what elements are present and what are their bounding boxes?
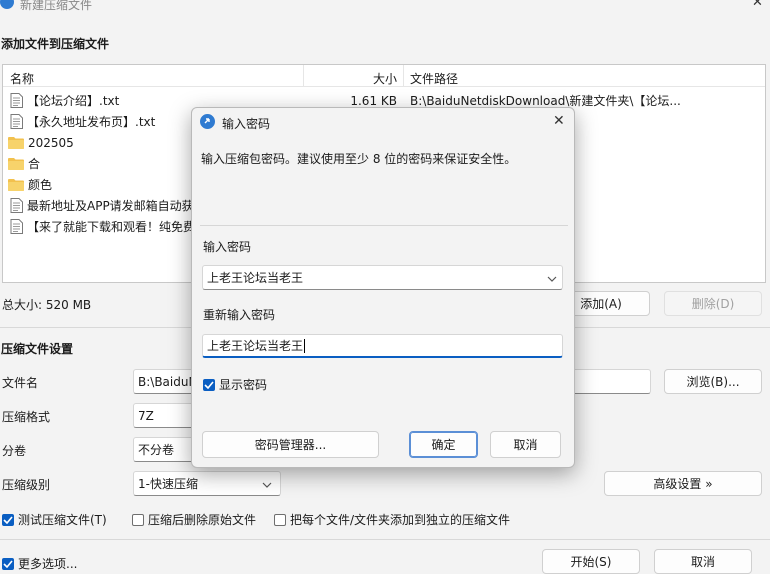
- dialog-title: 输入密码: [222, 117, 271, 131]
- delete-button[interactable]: 删除(D): [664, 291, 762, 316]
- add-section-title: 添加文件到压缩文件: [1, 37, 110, 51]
- section-divider: [0, 539, 770, 540]
- confirm-password-label: 重新输入密码: [203, 308, 276, 322]
- text-file-icon: [10, 219, 23, 234]
- folder-icon: [8, 158, 24, 170]
- delete-after-label: 压缩后删除原始文件: [148, 513, 257, 527]
- format-value: 7Z: [138, 408, 154, 423]
- chevron-down-icon: [547, 276, 557, 282]
- filename-value: B:\BaiduN: [138, 374, 198, 389]
- more-options-label: 更多选项...: [18, 557, 78, 571]
- test-archive-checkbox[interactable]: 测试压缩文件(T): [2, 511, 107, 528]
- password-value: 上老王论坛当老王: [207, 271, 304, 285]
- separate-archives-label: 把每个文件/文件夹添加到独立的压缩文件: [290, 513, 511, 527]
- separate-archives-checkbox[interactable]: 把每个文件/文件夹添加到独立的压缩文件: [274, 511, 510, 528]
- total-size: 总大小: 520 MB: [2, 298, 92, 312]
- level-label: 压缩级别: [2, 478, 51, 492]
- file-name: 合: [28, 157, 41, 171]
- password-manager-button[interactable]: 密码管理器...: [202, 431, 379, 458]
- file-name: 202505: [28, 135, 74, 150]
- dialog-instruction: 输入压缩包密码。建议使用至少 8 位的密码来保证安全性。: [201, 152, 517, 166]
- level-select[interactable]: 1-快速压缩: [133, 471, 281, 496]
- browse-button[interactable]: 浏览(B)...: [664, 369, 762, 394]
- start-button[interactable]: 开始(S): [542, 549, 640, 574]
- confirm-password-value: 上老王论坛当老王: [207, 339, 304, 353]
- test-archive-label: 测试压缩文件(T): [18, 513, 107, 527]
- column-divider: [303, 65, 304, 87]
- split-label: 分卷: [2, 444, 27, 458]
- checkbox-checked-icon: [2, 557, 14, 570]
- dialog-cancel-button[interactable]: 取消: [490, 431, 561, 458]
- column-path[interactable]: 文件路径: [410, 70, 458, 87]
- dialog-app-icon: [200, 114, 215, 129]
- text-file-icon: [10, 198, 23, 213]
- level-value: 1-快速压缩: [138, 477, 198, 491]
- file-name: 【来了就能下载和观看！纯免费: [27, 220, 192, 234]
- file-size: 1.61 KB: [350, 93, 397, 108]
- dialog-close-icon[interactable]: ✕: [553, 113, 565, 129]
- advanced-settings-button[interactable]: 高级设置 »: [604, 471, 762, 496]
- show-password-checkbox[interactable]: 显示密码: [203, 376, 267, 393]
- ok-button[interactable]: 确定: [409, 431, 478, 458]
- chevron-down-icon: [262, 482, 272, 488]
- dialog-divider: [200, 225, 568, 226]
- column-divider: [403, 65, 404, 87]
- checkbox-unchecked-icon: [132, 513, 144, 526]
- password-input[interactable]: 上老王论坛当老王: [202, 265, 563, 290]
- file-name: 【论坛介绍】.txt: [27, 94, 120, 108]
- filename-label: 文件名: [2, 376, 39, 390]
- text-file-icon: [10, 93, 23, 108]
- delete-after-checkbox[interactable]: 压缩后删除原始文件: [132, 511, 256, 528]
- confirm-password-input[interactable]: 上老王论坛当老王: [202, 334, 563, 358]
- folder-icon: [8, 179, 24, 191]
- checkbox-checked-icon: [2, 513, 14, 526]
- file-name: 【永久地址发布页】.txt: [27, 115, 156, 129]
- settings-section-title: 压缩文件设置: [1, 342, 74, 356]
- text-file-icon: [10, 114, 23, 129]
- file-name: 最新地址及APP请发邮箱自动获: [27, 199, 192, 213]
- app-icon: [0, 0, 14, 9]
- window-title: 新建压缩文件: [20, 0, 93, 12]
- checkbox-checked-icon: [203, 378, 215, 391]
- column-name[interactable]: 名称: [10, 70, 34, 87]
- show-password-label: 显示密码: [219, 378, 268, 392]
- window-close-icon[interactable]: ✕: [752, 0, 763, 10]
- folder-icon: [8, 137, 24, 149]
- format-label: 压缩格式: [2, 410, 51, 424]
- text-cursor: [304, 338, 306, 353]
- cancel-button[interactable]: 取消: [654, 549, 752, 574]
- more-options-checkbox[interactable]: 更多选项...: [2, 555, 77, 572]
- password-label: 输入密码: [203, 240, 252, 254]
- file-name: 颜色: [28, 178, 53, 192]
- split-value: 不分卷: [138, 443, 175, 457]
- checkbox-unchecked-icon: [274, 513, 286, 526]
- file-list-header: 名称 大小 文件路径: [3, 65, 765, 87]
- password-dialog: 输入密码 ✕ 输入压缩包密码。建议使用至少 8 位的密码来保证安全性。 输入密码…: [191, 107, 575, 468]
- column-size[interactable]: 大小: [373, 70, 397, 87]
